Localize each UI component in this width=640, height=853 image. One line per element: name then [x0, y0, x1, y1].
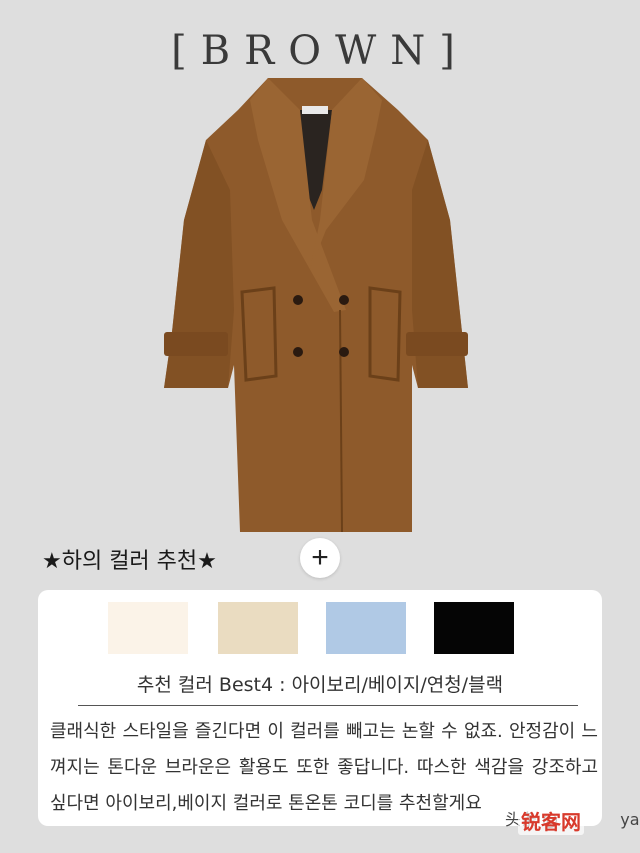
divider — [78, 705, 578, 706]
swatch-light-denim — [326, 602, 406, 654]
swatch-beige — [218, 602, 298, 654]
best-colors-label: 추천 컬러 Best4 : 아이보리/베이지/연청/블랙 — [136, 674, 504, 696]
watermark-logo: 锐客网 — [518, 806, 584, 835]
coat-image — [150, 70, 480, 540]
section-heading: ★하의 컬러 추천★ — [42, 549, 217, 574]
swatch-black — [434, 602, 514, 654]
color-recommendation-card: 추천 컬러 Best4 : 아이보리/베이지/연청/블랙 클래식한 스타일을 즐… — [38, 590, 602, 826]
watermark-suffix: ya — [620, 810, 640, 829]
swatch-ivory — [108, 602, 188, 654]
page-title: [BROWN] — [171, 28, 469, 74]
add-button[interactable]: + — [300, 538, 340, 578]
